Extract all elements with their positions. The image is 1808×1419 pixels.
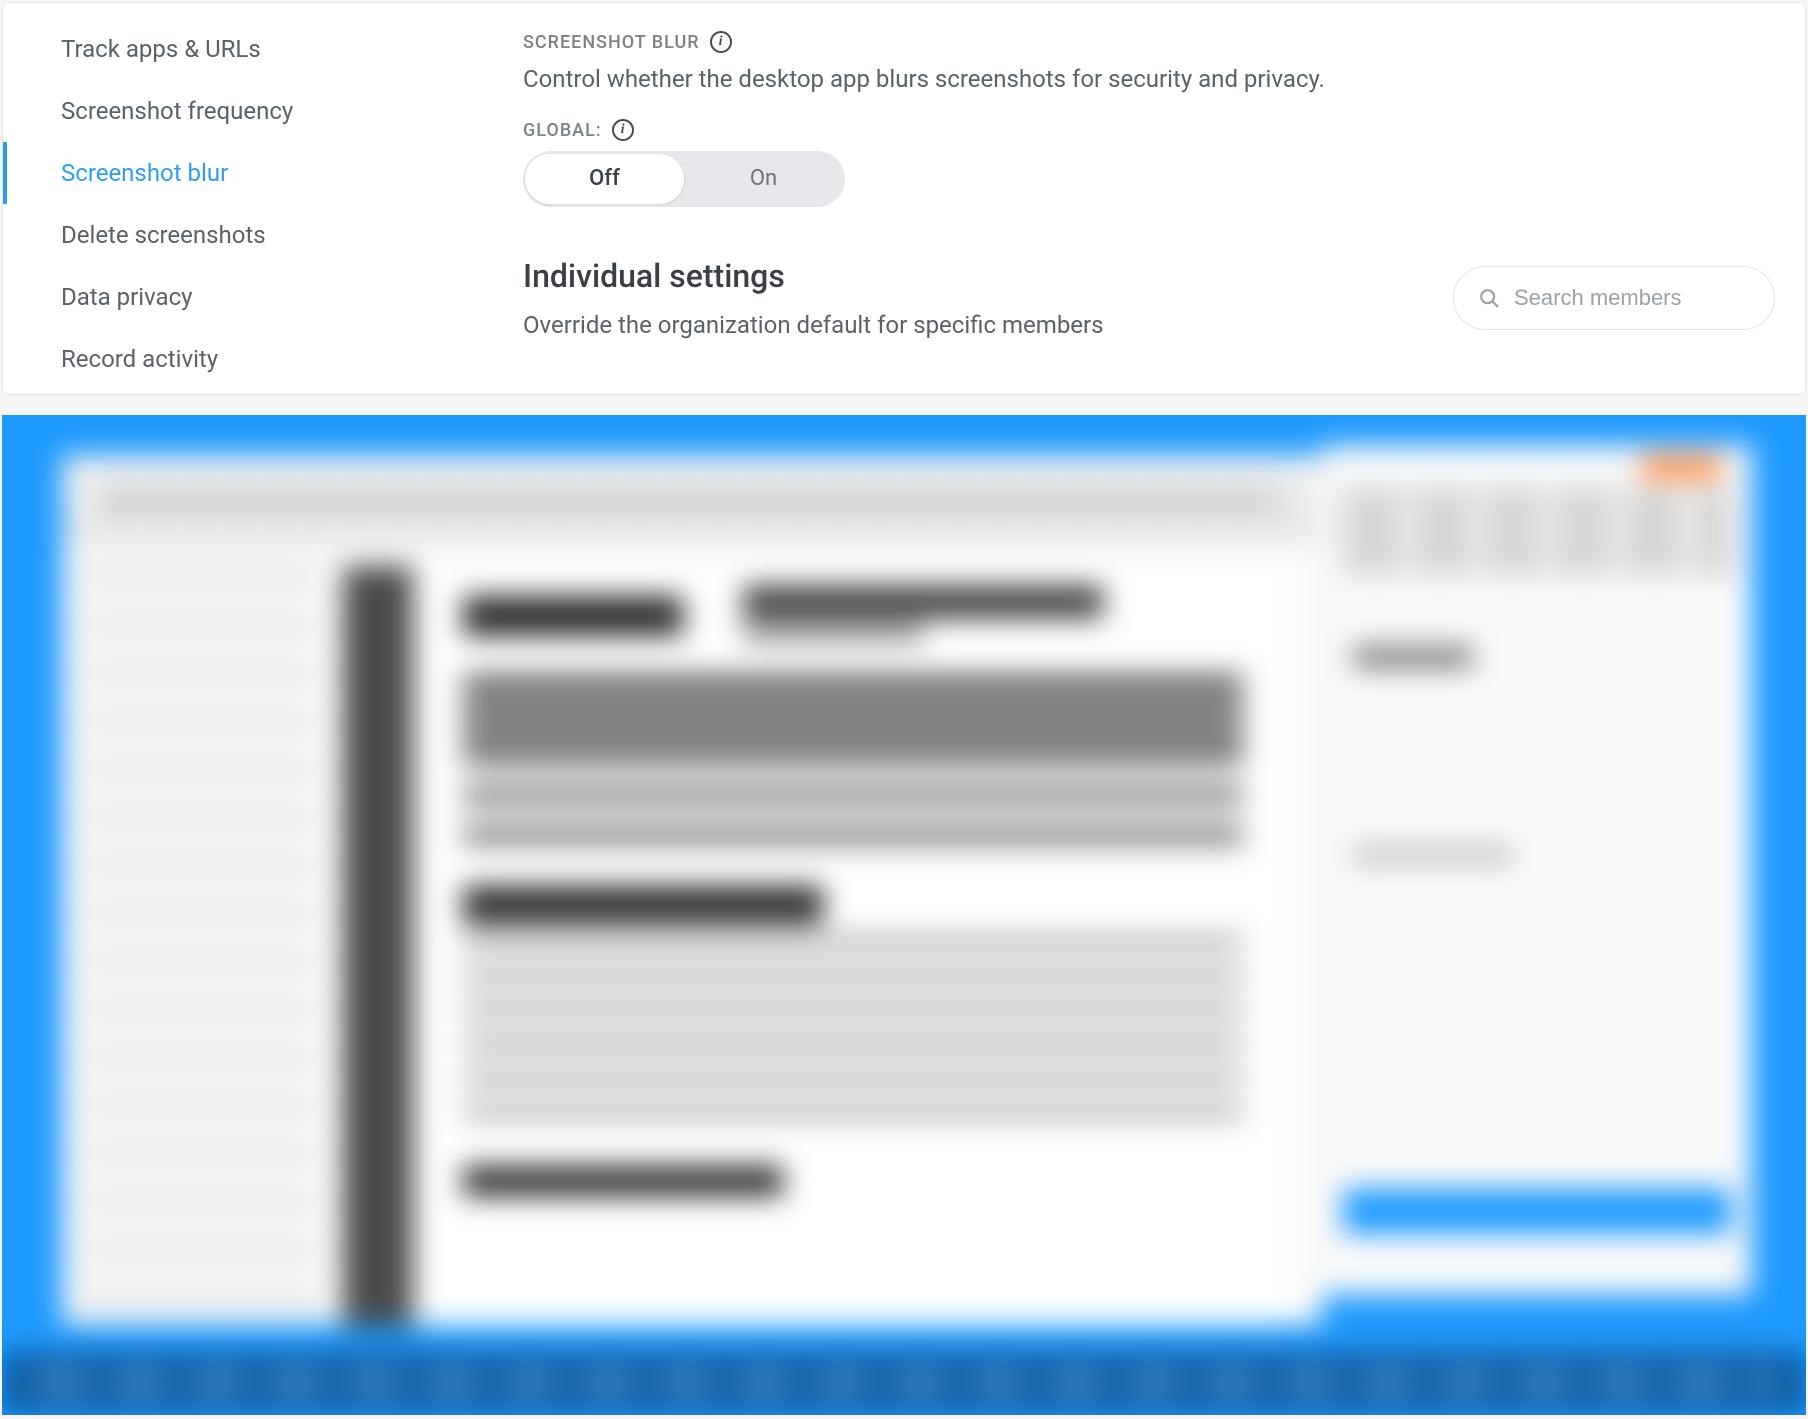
sidebar-item-track-apps-urls[interactable]: Track apps & URLs — [3, 18, 523, 80]
search-input[interactable] — [1514, 285, 1750, 311]
section-header: SCREENSHOT BLUR i — [523, 31, 1775, 53]
individual-row: Individual settings Override the organiz… — [523, 257, 1775, 339]
individual-title: Individual settings — [523, 257, 1104, 295]
sidebar-item-screenshot-frequency[interactable]: Screenshot frequency — [3, 80, 523, 142]
info-icon[interactable]: i — [710, 31, 732, 53]
section-label: SCREENSHOT BLUR — [523, 32, 700, 53]
search-members[interactable] — [1453, 266, 1775, 330]
settings-sidebar: Track apps & URLs Screenshot frequency S… — [3, 3, 523, 394]
global-toggle[interactable]: Off On — [523, 151, 845, 207]
section-description: Control whether the desktop app blurs sc… — [523, 65, 1775, 93]
toggle-option-off[interactable]: Off — [525, 154, 684, 204]
settings-main: SCREENSHOT BLUR i Control whether the de… — [523, 3, 1805, 394]
info-icon[interactable]: i — [612, 119, 634, 141]
settings-panel: Track apps & URLs Screenshot frequency S… — [2, 2, 1806, 395]
blurred-screenshot-preview — [2, 415, 1806, 1415]
sidebar-item-data-privacy[interactable]: Data privacy — [3, 266, 523, 328]
individual-text: Individual settings Override the organiz… — [523, 257, 1104, 339]
sidebar-item-screenshot-blur[interactable]: Screenshot blur — [3, 142, 523, 204]
sidebar-item-delete-screenshots[interactable]: Delete screenshots — [3, 204, 523, 266]
toggle-option-on[interactable]: On — [684, 154, 843, 204]
global-label: GLOBAL: — [523, 120, 602, 141]
search-icon — [1478, 287, 1500, 309]
individual-description: Override the organization default for sp… — [523, 311, 1104, 339]
global-row: GLOBAL: i — [523, 119, 1775, 141]
sidebar-item-record-activity[interactable]: Record activity — [3, 328, 523, 390]
